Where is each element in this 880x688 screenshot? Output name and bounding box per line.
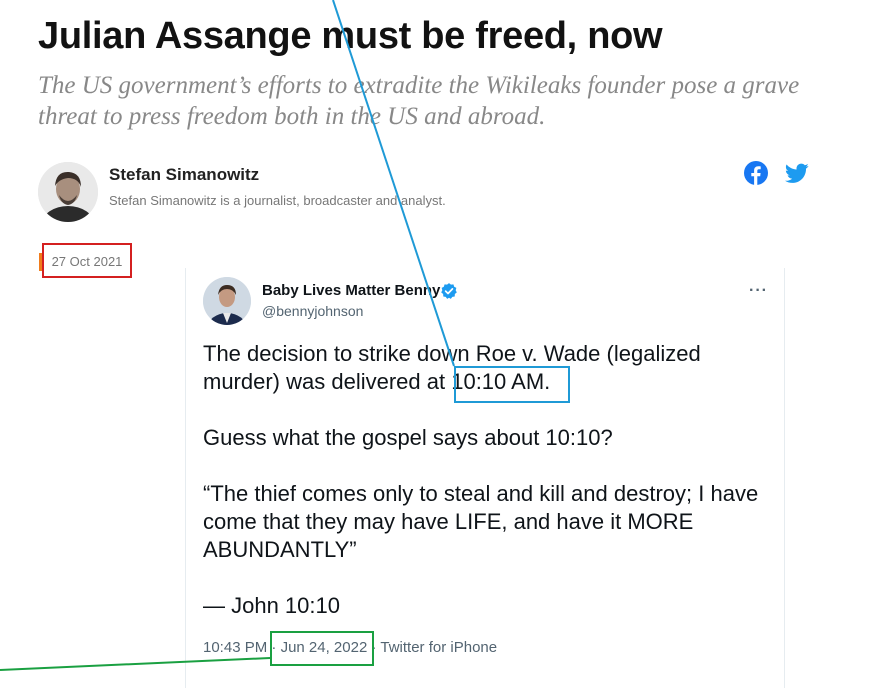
tweet-source[interactable]: Twitter for iPhone: [380, 639, 497, 656]
author-name[interactable]: Stefan Simanowitz: [109, 165, 259, 185]
tweet-handle[interactable]: @bennyjohnson: [262, 303, 363, 319]
more-options-icon[interactable]: ···: [749, 282, 768, 300]
verified-badge-icon: [440, 282, 458, 300]
tweet-paragraph: — John 10:10: [203, 593, 340, 618]
tweet-display-name[interactable]: Baby Lives Matter Benny: [262, 282, 440, 299]
tweet-author-avatar[interactable]: [203, 277, 251, 325]
red-highlight-box: [42, 243, 132, 278]
facebook-icon[interactable]: [744, 161, 768, 185]
author-avatar[interactable]: [38, 162, 98, 222]
article-headline: Julian Assange must be freed, now: [38, 15, 663, 57]
green-highlight-box: [270, 631, 374, 666]
tweet-paragraph: Guess what the gospel says about 10:10?: [203, 425, 613, 450]
twitter-icon[interactable]: [784, 163, 809, 184]
embedded-tweet[interactable]: Baby Lives Matter Benny @bennyjohnson ··…: [185, 268, 785, 688]
blue-highlight-box: [454, 366, 570, 403]
tweet-paragraph: “The thief comes only to steal and kill …: [203, 481, 759, 562]
tweet-time[interactable]: 10:43 PM: [203, 639, 267, 656]
author-bio: Stefan Simanowitz is a journalist, broad…: [109, 193, 446, 208]
article-standfirst: The US government’s efforts to extradite…: [38, 72, 800, 130]
